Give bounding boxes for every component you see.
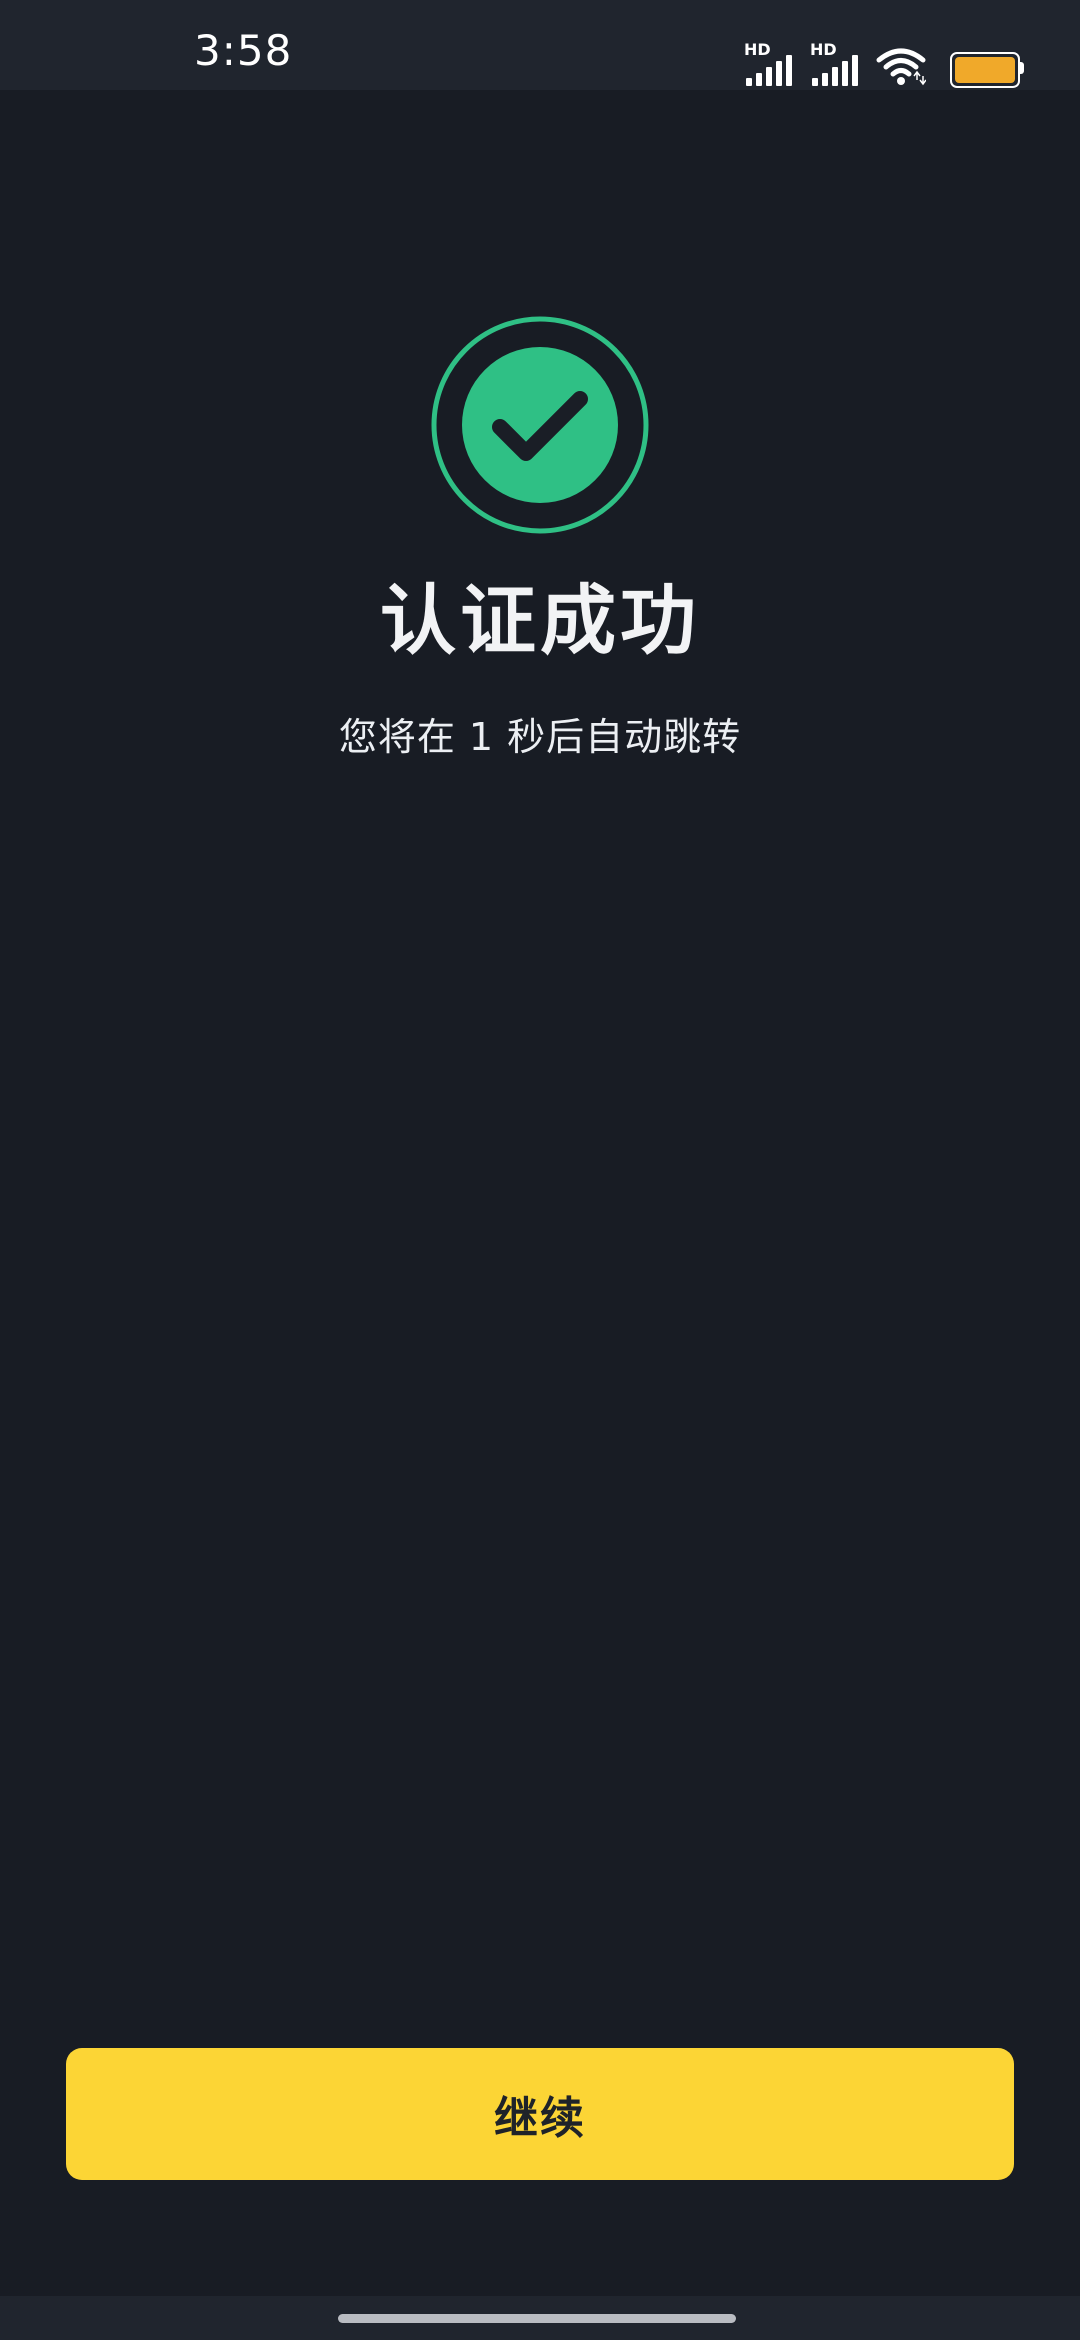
home-indicator[interactable] — [338, 2314, 736, 2323]
signal-hd-icon: HD — [810, 42, 860, 86]
battery-level — [955, 57, 1015, 83]
signal-hd-icon: HD — [744, 42, 794, 86]
status-icons: HD HD — [744, 40, 1024, 88]
status-bar: 3:58 HD HD — [0, 0, 1080, 90]
redirect-countdown-text: 您将在 1 秒后自动跳转 — [338, 715, 742, 759]
wifi-icon — [876, 48, 926, 86]
battery-icon — [950, 52, 1024, 88]
navigation-bar — [0, 2296, 1080, 2340]
verification-success-screen: 3:58 HD HD 认证成功 您将在 1 秒后自动跳转 继续 — [0, 0, 1080, 2340]
page-title: 认证成功 — [380, 576, 700, 665]
continue-button[interactable]: 继续 — [66, 2048, 1014, 2180]
check-circle-icon — [431, 316, 649, 534]
status-time: 3:58 — [194, 26, 293, 75]
